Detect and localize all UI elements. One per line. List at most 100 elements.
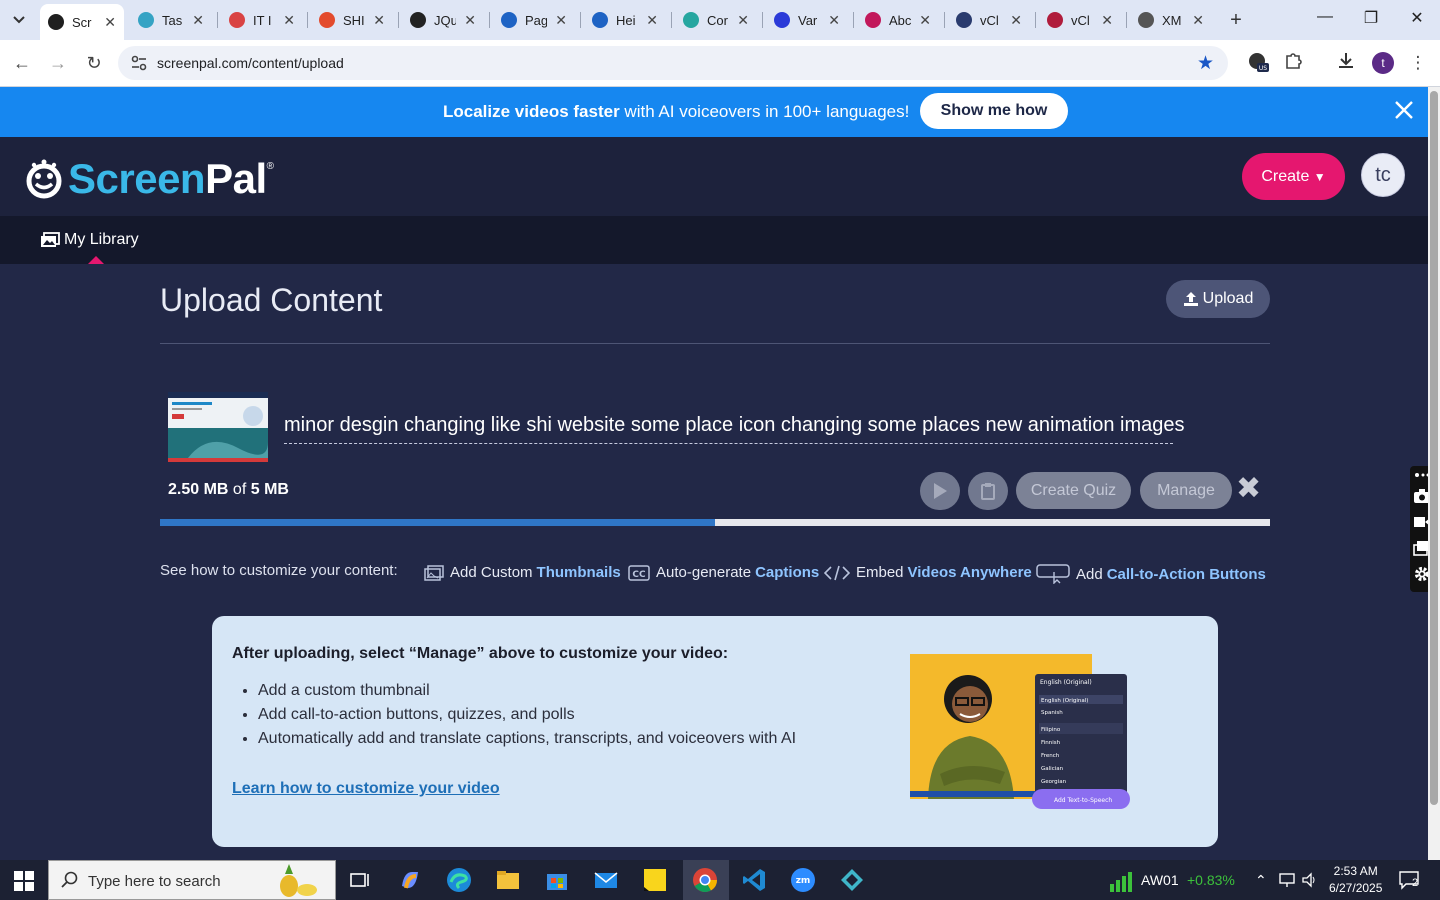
howto-thumbnails-link[interactable]: Add Custom Thumbnails <box>424 564 621 581</box>
close-icon[interactable] <box>1394 99 1414 123</box>
tab-favicon-icon <box>1047 12 1063 28</box>
stock-change[interactable]: +0.83% <box>1187 872 1235 888</box>
browser-tab[interactable]: vCl ✕ <box>1039 4 1121 36</box>
clipboard-button[interactable] <box>968 472 1008 510</box>
howto-captions-link[interactable]: CC Auto-generate Captions <box>628 564 819 581</box>
close-window-button[interactable]: ✕ <box>1405 8 1429 28</box>
create-button[interactable]: Create ▼ <box>1242 153 1345 200</box>
cta-button-icon <box>1036 564 1070 584</box>
browser-menu-icon[interactable]: ⋮ <box>1406 51 1430 75</box>
show-me-how-button[interactable]: Show me how <box>920 93 1068 129</box>
vscode-icon[interactable] <box>740 866 768 894</box>
forward-button[interactable]: → <box>46 51 70 75</box>
clipboard-icon <box>981 483 995 500</box>
file-explorer-icon[interactable] <box>494 866 522 894</box>
copilot-icon[interactable] <box>396 866 424 894</box>
page-scrollbar[interactable] <box>1428 87 1440 860</box>
tab-close-icon[interactable]: ✕ <box>373 12 385 29</box>
list-item: Add a custom thumbnail <box>258 682 796 706</box>
thumbnail-icon <box>424 564 444 581</box>
bookmark-star-icon[interactable]: ★ <box>1197 52 1214 75</box>
tab-close-icon[interactable]: ✕ <box>1192 12 1204 29</box>
browser-tab[interactable]: Abc ✕ <box>857 4 939 36</box>
tab-close-icon[interactable]: ✕ <box>555 12 567 29</box>
windows-start-icon[interactable] <box>14 871 34 891</box>
zoom-icon[interactable]: zm <box>789 866 817 894</box>
notifications-icon[interactable] <box>1398 870 1422 890</box>
tab-close-icon[interactable]: ✕ <box>919 12 931 29</box>
user-avatar[interactable]: tc <box>1361 153 1405 197</box>
back-button[interactable]: ← <box>10 51 34 75</box>
browser-tab[interactable]: Scr ✕ <box>40 4 124 40</box>
tab-label: JQu <box>434 12 456 28</box>
system-clock[interactable]: 2:53 AM 6/27/2025 <box>1329 863 1382 897</box>
tab-close-icon[interactable]: ✕ <box>104 14 116 31</box>
downloads-icon[interactable] <box>1334 51 1358 75</box>
new-tab-button[interactable]: + <box>1224 8 1248 32</box>
tab-separator <box>853 12 854 28</box>
browser-tab[interactable]: SHI ✕ <box>311 4 393 36</box>
howto-embed-link[interactable]: Embed Videos Anywhere <box>824 564 1032 581</box>
translate-extension-icon[interactable]: US <box>1246 51 1270 75</box>
site-settings-icon[interactable] <box>130 54 148 72</box>
nav-my-library[interactable]: My Library <box>40 231 139 249</box>
volume-icon[interactable] <box>1301 872 1319 888</box>
tab-close-icon[interactable]: ✕ <box>283 12 295 29</box>
play-button[interactable] <box>920 472 960 510</box>
tab-close-icon[interactable]: ✕ <box>192 12 204 29</box>
reload-button[interactable]: ↻ <box>82 51 106 75</box>
illustration-language: Filipino <box>1041 727 1061 733</box>
stock-chart-icon[interactable] <box>1108 870 1134 892</box>
network-icon[interactable] <box>1278 872 1296 888</box>
upload-button[interactable]: Upload <box>1166 280 1270 318</box>
browser-tab[interactable]: XM ✕ <box>1130 4 1212 36</box>
manage-button[interactable]: Manage <box>1140 472 1232 509</box>
browser-tab[interactable]: Tas ✕ <box>130 4 212 36</box>
stock-ticker[interactable]: AW01 <box>1141 872 1179 888</box>
tab-search-chevron-icon[interactable] <box>6 7 32 33</box>
video-title-field[interactable]: minor desgin changing like shi website s… <box>284 414 1185 444</box>
cancel-upload-icon[interactable]: ✖ <box>1236 473 1261 505</box>
illustration-language: Finnish <box>1041 740 1061 746</box>
address-bar[interactable]: screenpal.com/content/upload ★ <box>118 46 1228 80</box>
browser-tab[interactable]: IT I ✕ <box>221 4 303 36</box>
chrome-icon[interactable] <box>691 866 719 894</box>
task-view-icon[interactable] <box>346 866 374 894</box>
browser-tab[interactable]: vCl ✕ <box>948 4 1030 36</box>
screenpal-logo[interactable]: ScreenPal ® <box>24 155 274 203</box>
browser-tab-bar: Scr ✕ Tas ✕ IT I ✕ SHI ✕ JQu ✕ Pag ✕ Hei ✕ Cor ✕ Var ✕ Abc… <box>0 0 1440 40</box>
browser-tab[interactable]: Cor ✕ <box>675 4 757 36</box>
tab-close-icon[interactable]: ✕ <box>464 12 476 29</box>
app-diamond-icon[interactable] <box>838 866 866 894</box>
tab-close-icon[interactable]: ✕ <box>828 12 840 29</box>
maximize-button[interactable]: ❐ <box>1359 8 1383 28</box>
tab-close-icon[interactable]: ✕ <box>646 12 658 29</box>
browser-tab[interactable]: Hei ✕ <box>584 4 666 36</box>
chevron-down-icon: ▼ <box>1313 170 1326 184</box>
browser-tab[interactable]: Var ✕ <box>766 4 848 36</box>
active-nav-indicator <box>88 256 104 264</box>
minimize-button[interactable]: — <box>1313 8 1337 26</box>
edge-icon[interactable] <box>445 866 473 894</box>
tab-close-icon[interactable]: ✕ <box>1010 12 1022 29</box>
taskbar-search-box[interactable]: Type here to search <box>48 860 336 900</box>
tab-label: Pag <box>525 12 547 28</box>
sticky-notes-icon[interactable] <box>641 866 669 894</box>
url-text[interactable]: screenpal.com/content/upload <box>157 55 344 71</box>
extensions-puzzle-icon[interactable] <box>1281 51 1305 75</box>
learn-customize-link[interactable]: Learn how to customize your video <box>232 780 500 798</box>
tab-favicon-icon <box>501 12 517 28</box>
video-thumbnail[interactable] <box>168 392 268 462</box>
mail-icon[interactable] <box>592 866 620 894</box>
browser-tab[interactable]: JQu ✕ <box>402 4 484 36</box>
browser-tab[interactable]: Pag ✕ <box>493 4 575 36</box>
howto-cta-link[interactable]: Add Call-to-Action Buttons <box>1036 564 1266 584</box>
create-quiz-button[interactable]: Create Quiz <box>1016 472 1131 509</box>
scrollbar-thumb[interactable] <box>1430 91 1438 805</box>
tab-close-icon[interactable]: ✕ <box>737 12 749 29</box>
tab-close-icon[interactable]: ✕ <box>1101 12 1113 29</box>
tray-chevron-up-icon[interactable]: ⌃ <box>1255 872 1267 889</box>
tab-favicon-icon <box>592 12 608 28</box>
microsoft-store-icon[interactable] <box>543 866 571 894</box>
profile-avatar[interactable]: t <box>1372 52 1394 74</box>
